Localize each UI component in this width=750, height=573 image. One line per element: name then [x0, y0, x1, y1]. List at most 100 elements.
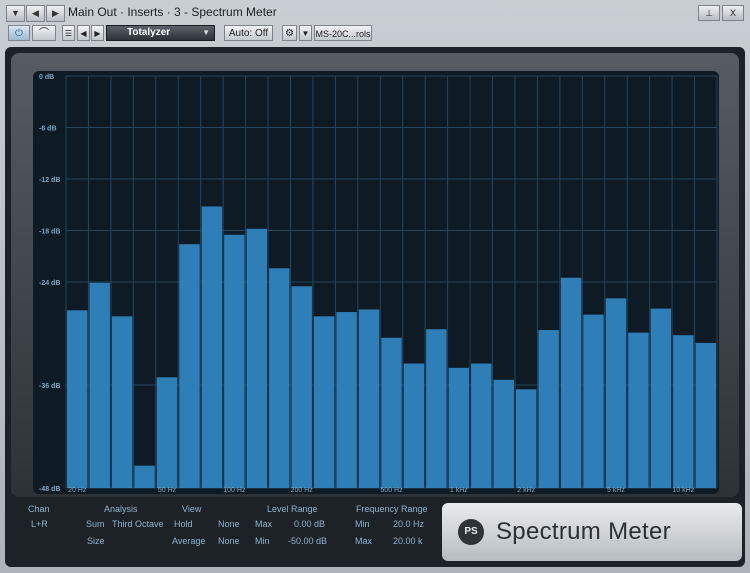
spectrum-bar: [650, 308, 672, 488]
spectrum-bar: [89, 282, 110, 488]
spectrum-bar: [291, 286, 312, 488]
gear-icon: ⚙: [285, 28, 294, 39]
x-tick-label: 100 Hz: [223, 487, 246, 494]
options-dropdown-button[interactable]: ▼: [299, 25, 312, 41]
level-range-header: Level Range: [267, 504, 318, 514]
parameter-panel: Chan L+R Analysis Sum Size Third Octave …: [22, 500, 442, 560]
spectrum-bar: [134, 465, 155, 488]
spectrum-bar: [111, 316, 133, 488]
spectrum-bar: [695, 342, 716, 488]
spectrum-bar: [426, 329, 447, 488]
previous-insert-button[interactable]: ◀: [26, 5, 45, 22]
level-max-label: Max: [255, 519, 273, 529]
level-max-value[interactable]: 0.00 dB: [294, 519, 325, 529]
spectrum-chart: 0 dB -6 dB -12 dB -18 dB -24 dB -36 dB -48 dB 2…: [39, 74, 718, 494]
x-tick-label: 50 Hz: [158, 487, 177, 494]
spectrum-bar: [403, 363, 425, 488]
spectrum-bar: [358, 309, 380, 488]
chevron-down-icon: ▼: [202, 28, 210, 37]
spectrum-bar: [201, 206, 223, 488]
spectrum-bar: [269, 268, 290, 488]
spectrum-bar: [471, 363, 492, 488]
frequency-range-header: Frequency Range: [356, 504, 428, 514]
preset-list-button[interactable]: ☰: [62, 25, 75, 41]
bypass-icon: ⌒: [39, 28, 49, 39]
spectrum-bar: [605, 298, 627, 488]
x-tick-label: 200 Hz: [291, 487, 314, 494]
spectrum-bar: [515, 389, 537, 488]
spectrum-bar: [673, 335, 694, 488]
freq-max-value[interactable]: 20.00 k: [393, 536, 423, 546]
chevron-right-icon: ▶: [94, 29, 101, 38]
level-min-label: Min: [255, 536, 270, 546]
analysis-header: Analysis: [104, 504, 138, 514]
spectrum-bar: [67, 310, 88, 488]
analysis-size: Size: [87, 536, 105, 546]
previous-preset-button[interactable]: ◀: [77, 25, 90, 41]
presonus-logo-icon: PS: [458, 519, 484, 545]
spectrum-bar: [224, 234, 245, 488]
spectrum-bar: [583, 314, 604, 488]
window-controls: ⊥ X: [696, 5, 744, 21]
power-button[interactable]: ⏻: [8, 25, 30, 41]
chart-bars: [67, 206, 716, 489]
spectrum-bar: [448, 367, 470, 488]
preset-selector[interactable]: Totalyzer ▼: [106, 25, 215, 41]
y-tick-label: -48 dB: [39, 486, 60, 493]
freq-max-label: Max: [355, 536, 373, 546]
chan-header: Chan: [28, 504, 50, 514]
x-tick-label: 500 Hz: [380, 487, 403, 494]
x-tick-label: 1 kHz: [450, 487, 468, 494]
y-tick-label: -36 dB: [39, 383, 60, 390]
list-icon: ☰: [64, 29, 73, 38]
freq-min-label: Min: [355, 519, 370, 529]
x-tick-label: 2 kHz: [517, 487, 535, 494]
y-tick-label: 0 dB: [39, 74, 54, 81]
title-bar: ▼ ◀ ▶ Main Out · Inserts · 3 - Spectrum …: [0, 0, 750, 24]
view-average-value[interactable]: None: [218, 536, 240, 546]
analysis-sum[interactable]: Sum: [86, 519, 105, 529]
window-nav-buttons: ▼ ◀ ▶: [6, 5, 66, 22]
spectrum-display: 0 dB -6 dB -12 dB -18 dB -24 dB -36 dB -48 dB 2…: [33, 71, 719, 494]
bypass-button[interactable]: ⌒: [32, 25, 56, 41]
preset-name: Totalyzer: [127, 27, 171, 38]
view-hold-label: Hold: [174, 519, 193, 529]
close-button[interactable]: X: [722, 5, 744, 21]
spectrum-bar: [493, 379, 514, 488]
view-average-label: Average: [172, 536, 206, 546]
spectrum-bar: [538, 330, 559, 488]
plugin-logo-panel: PS Spectrum Meter: [442, 503, 742, 561]
plugin-name: Spectrum Meter: [496, 518, 671, 545]
plugin-toolbar: ⏻ ⌒ ☰ ◀ ▶ Totalyzer ▼ Auto: Off ⚙ ▼ MS-2…: [0, 24, 750, 44]
spectrum-bar: [156, 377, 178, 488]
automation-button[interactable]: Auto: Off: [224, 25, 273, 41]
x-tick-label: 10 kHz: [672, 487, 694, 494]
view-header: View: [182, 504, 202, 514]
settings-button[interactable]: ⚙: [282, 25, 297, 41]
y-tick-label: -12 dB: [39, 177, 60, 184]
y-tick-label: -18 dB: [39, 229, 60, 236]
device-controls-button[interactable]: MS-20C...rols: [314, 25, 372, 41]
spectrum-bar: [179, 244, 200, 488]
next-preset-button[interactable]: ▶: [91, 25, 104, 41]
window-menu-button[interactable]: ▼: [6, 5, 25, 22]
chevron-down-icon: ▼: [301, 29, 310, 38]
level-min-value[interactable]: -50.00 dB: [288, 536, 327, 546]
power-icon: ⏻: [15, 28, 23, 39]
view-hold-value[interactable]: None: [218, 519, 240, 529]
chan-value[interactable]: L+R: [31, 519, 48, 529]
y-tick-label: -6 dB: [39, 126, 57, 133]
x-tick-label: 5 kHz: [607, 487, 625, 494]
pin-button[interactable]: ⊥: [698, 5, 720, 21]
spectrum-bar: [336, 312, 357, 488]
spectrum-bar: [313, 316, 335, 488]
plugin-window: ▼ ◀ ▶ Main Out · Inserts · 3 - Spectrum …: [0, 0, 750, 573]
window-title: Main Out · Inserts · 3 - Spectrum Meter: [68, 5, 277, 19]
chevron-left-icon: ◀: [80, 29, 87, 38]
spectrum-bar: [560, 277, 582, 488]
freq-min-value[interactable]: 20.0 Hz: [393, 519, 424, 529]
spectrum-bar: [246, 228, 268, 489]
spectrum-bar: [381, 337, 402, 488]
next-insert-button[interactable]: ▶: [46, 5, 65, 22]
analysis-mode[interactable]: Third Octave: [112, 519, 164, 529]
